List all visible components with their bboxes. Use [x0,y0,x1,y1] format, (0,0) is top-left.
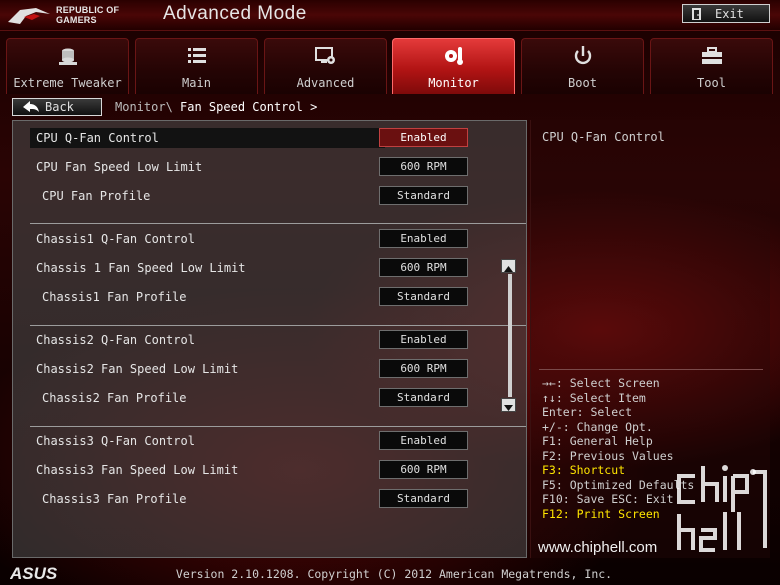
setting-row-chassis2-qfan-control[interactable]: Chassis2 Q-Fan Control Enabled [13,330,526,352]
tweaker-icon [58,48,77,65]
setting-label: Chassis1 Q-Fan Control [36,232,195,246]
key-hint: F2: Previous Values [542,448,674,463]
rog-logo: REPUBLIC OF GAMERS [6,2,146,28]
back-arrow-icon [23,101,39,112]
setting-value-button[interactable]: 600 RPM [379,460,468,479]
key-hint: F1: General Help [542,434,653,448]
setting-row-chassis3-fan-profile[interactable]: Chassis3 Fan Profile Standard [13,489,526,511]
group-divider [30,325,526,326]
setting-row-chassis1-fan-low-limit[interactable]: Chassis 1 Fan Speed Low Limit 600 RPM [13,258,526,280]
key-hint: Enter: Select [542,405,633,419]
setting-value-button[interactable]: Enabled [379,330,468,349]
setting-value-button[interactable]: Standard [379,186,468,205]
setting-label: Chassis1 Fan Profile [42,290,187,304]
setting-value-button[interactable]: 600 RPM [379,157,468,176]
setting-value-button[interactable]: 600 RPM [379,258,468,277]
setting-row-chassis2-fan-low-limit[interactable]: Chassis2 Fan Speed Low Limit 600 RPM [13,359,526,381]
navigation-row: Back Monitor\ Fan Speed Control > [0,96,780,120]
setting-value-button[interactable]: Enabled [379,128,468,147]
brand-line-1: REPUBLIC OF [56,5,120,15]
exit-label: Exit [715,7,744,21]
brand-line-2: GAMERS [56,15,97,25]
scroll-up-button[interactable] [501,259,516,273]
exit-button[interactable]: Exit [682,4,770,23]
setting-row-cpu-fan-low-limit[interactable]: CPU Fan Speed Low Limit 600 RPM [13,157,526,179]
tab-boot[interactable]: Boot [521,38,644,94]
setting-label: Chassis2 Q-Fan Control [36,333,195,347]
mode-title: Advanced Mode [163,3,307,24]
breadcrumb-current: Fan Speed Control > [180,100,318,114]
key-hint: ↑↓: Select Item [542,390,646,405]
scrollbar-track[interactable] [508,274,512,397]
tab-advanced[interactable]: Advanced [264,38,387,94]
breadcrumb-parent[interactable]: Monitor\ [115,100,173,114]
setting-value-button[interactable]: Enabled [379,431,468,450]
tab-tool[interactable]: Tool [650,38,773,94]
tab-label: Boot [568,76,597,90]
key-hint: →←: Select Screen [542,376,660,390]
setting-label: Chassis2 Fan Profile [42,391,187,405]
tab-extreme-tweaker[interactable]: Extreme Tweaker [6,38,129,94]
key-legend: →←: Select Screen ↑↓: Select Item Enter:… [542,376,694,521]
setting-label: Chassis3 Fan Profile [42,492,187,506]
setting-row-chassis1-qfan-control[interactable]: Chassis1 Q-Fan Control Enabled [13,229,526,251]
header-bar: REPUBLIC OF GAMERS Advanced Mode Exit [0,0,780,31]
setting-value-button[interactable]: Enabled [379,229,468,248]
brand-text: REPUBLIC OF GAMERS [56,5,119,25]
setting-label: Chassis3 Fan Speed Low Limit [36,463,239,477]
back-label: Back [45,100,74,114]
setting-row-chassis3-qfan-control[interactable]: Chassis3 Q-Fan Control Enabled [13,431,526,453]
setting-row-chassis2-fan-profile[interactable]: Chassis2 Fan Profile Standard [13,388,526,410]
tab-label: Advanced [296,76,355,90]
footer-bar: ASUS Version 2.10.1208. Copyright (C) 20… [0,562,780,585]
setting-label: CPU Fan Profile [42,189,151,203]
exit-door-icon [692,8,701,20]
tab-main[interactable]: Main [135,38,258,94]
arrow-down-icon [504,405,513,411]
group-divider [30,223,526,224]
monitor-icon [444,47,463,65]
setting-value-button[interactable]: Standard [379,287,468,306]
setting-value-button[interactable]: Standard [379,489,468,508]
setting-row-chassis3-fan-low-limit[interactable]: Chassis3 Fan Speed Low Limit 600 RPM [13,460,526,482]
setting-label: Chassis3 Q-Fan Control [36,434,195,448]
back-button[interactable]: Back [12,98,102,116]
key-hint: F10: Save ESC: Exit [542,492,674,506]
version-text: Version 2.10.1208. Copyright (C) 2012 Am… [175,567,613,581]
help-divider [539,369,763,370]
setting-value-button[interactable]: Standard [379,388,468,407]
setting-value-button[interactable]: 600 RPM [379,359,468,378]
breadcrumb: Monitor\ Fan Speed Control > [115,100,317,114]
key-hint: F5: Optimized Defaults [542,477,695,492]
list-icon [187,48,206,63]
key-hint-print-screen[interactable]: F12: Print Screen [542,507,694,522]
rog-eye-icon [8,8,50,24]
chiphell-logo [677,465,767,552]
advanced-icon [314,47,335,64]
tab-label: Monitor [428,76,479,90]
main-tabs: Extreme Tweaker Main Advanced Monitor Bo… [0,38,780,94]
tab-monitor[interactable]: Monitor [392,38,515,94]
scroll-down-button[interactable] [501,398,516,412]
settings-panel: CPU Q-Fan Control Enabled CPU Fan Speed … [12,120,527,558]
setting-row-cpu-fan-profile[interactable]: CPU Fan Profile Standard [13,186,526,208]
watermark-url: www.chiphell.com [538,539,658,556]
tab-label: Main [182,76,211,90]
setting-row-cpu-qfan-control[interactable]: CPU Q-Fan Control Enabled [13,128,526,150]
group-divider [30,426,526,427]
setting-label: CPU Q-Fan Control [36,131,159,145]
setting-label: Chassis 1 Fan Speed Low Limit [36,261,246,275]
tab-label: Extreme Tweaker [13,76,122,90]
key-hint: +/-: Change Opt. [542,419,653,434]
help-title: CPU Q-Fan Control [542,130,665,144]
setting-label: Chassis2 Fan Speed Low Limit [36,362,239,376]
power-icon [574,46,591,65]
tab-label: Tool [697,76,726,90]
setting-row-chassis1-fan-profile[interactable]: Chassis1 Fan Profile Standard [13,287,526,309]
setting-label: CPU Fan Speed Low Limit [36,160,203,174]
toolbox-icon [701,47,722,64]
key-hint-shortcut[interactable]: F3: Shortcut [542,463,694,478]
